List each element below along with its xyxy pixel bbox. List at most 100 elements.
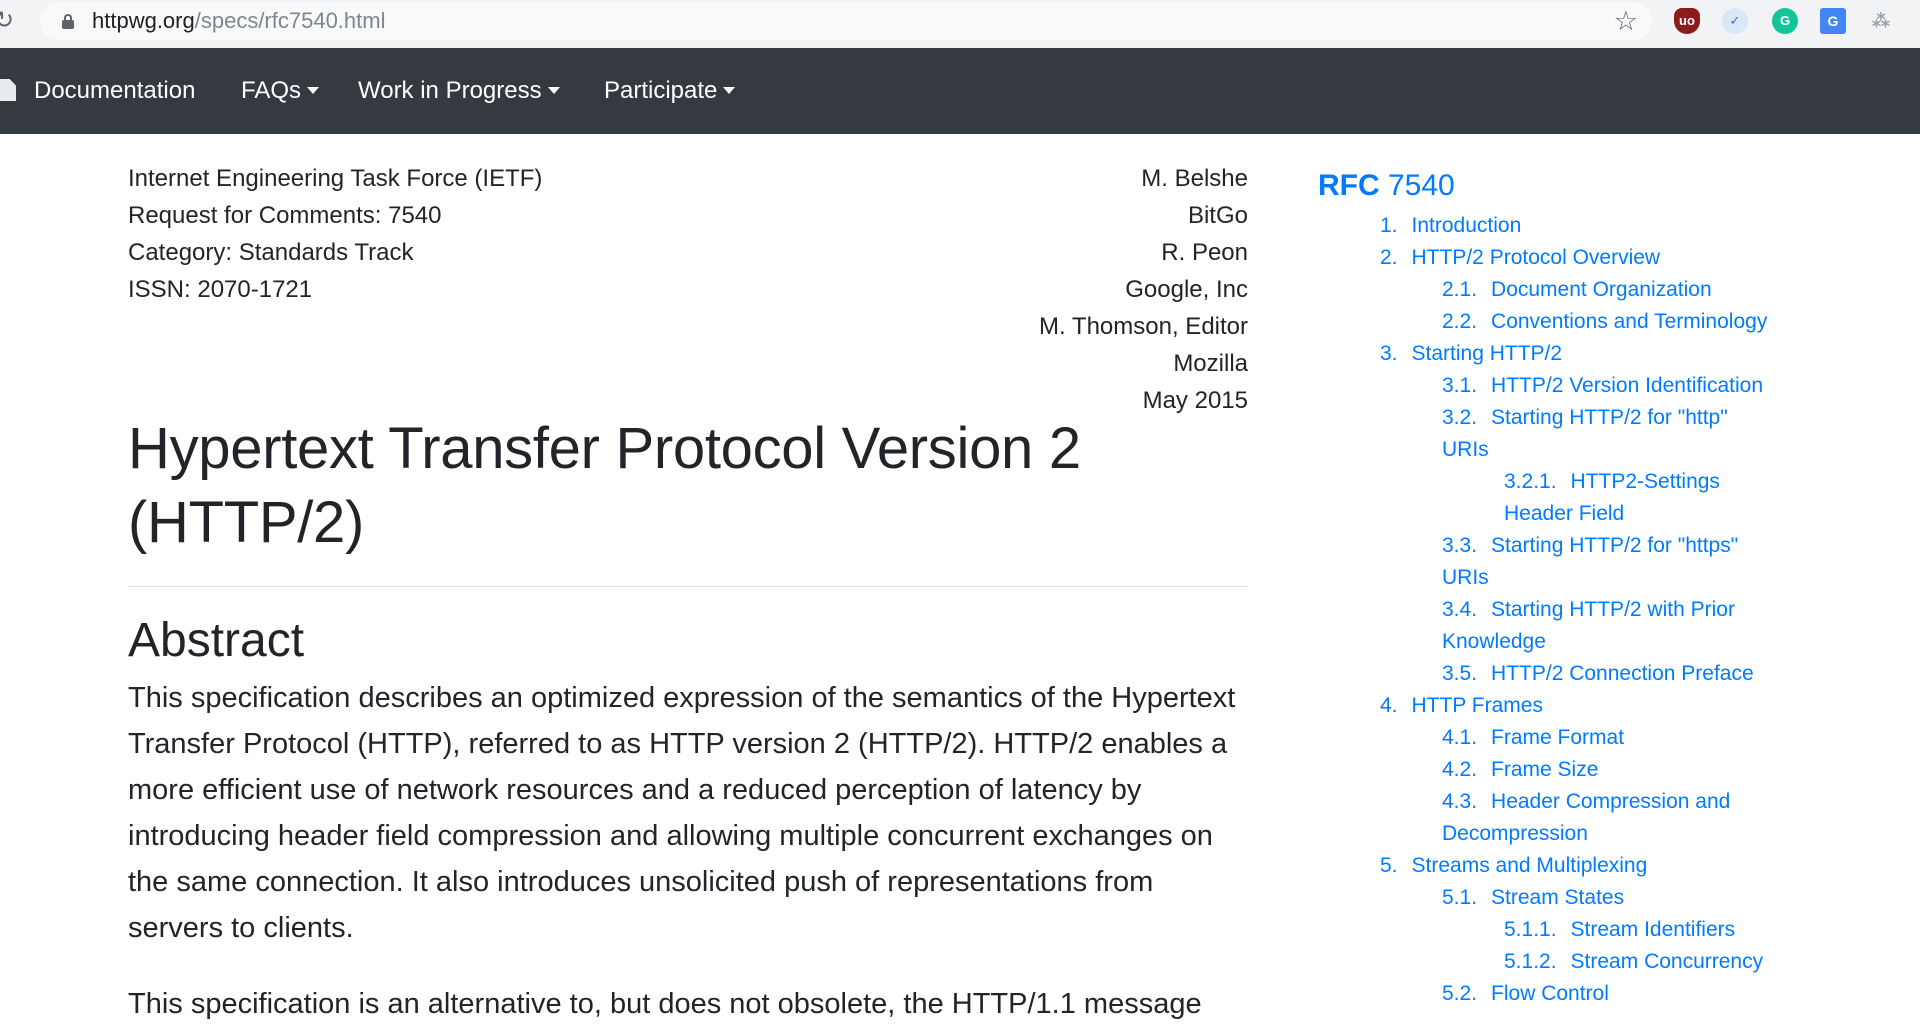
url-path: /specs/rfc7540.html [194, 8, 386, 33]
nav-faqs-dropdown[interactable]: FAQs [241, 48, 320, 134]
nav-work-in-progress-dropdown[interactable]: Work in Progress [358, 48, 560, 134]
toc-item-number: 3.1. [1442, 374, 1478, 397]
toc-item-number: 3. [1380, 342, 1398, 365]
toc-item-label: Starting HTTP/2 for "http" URIs [1442, 406, 1728, 461]
toc-item[interactable]: 1. Introduction [1318, 210, 1838, 242]
toc-item-number: 5. [1380, 854, 1398, 877]
toc-item-number: 4.3. [1442, 790, 1478, 813]
toc-item-number: 3.4. [1442, 598, 1478, 621]
toc-item-label: HTTP/2 Protocol Overview [1411, 246, 1661, 269]
meta-rfc-number: Request for Comments: 7540 [128, 202, 442, 229]
abstract-heading: Abstract [128, 614, 305, 667]
toc-item[interactable]: 4. HTTP Frames [1318, 690, 1838, 722]
toc-title-number: 7540 [1388, 169, 1455, 202]
url-text[interactable]: httpwg.org/specs/rfc7540.html [92, 2, 385, 40]
toc-item-label: HTTP/2 Version Identification [1491, 374, 1763, 397]
toc-item-number: 3.2.1. [1504, 470, 1557, 493]
meta-date: May 2015 [1142, 387, 1248, 414]
toc-item[interactable]: 2.1. Document Organization [1318, 274, 1838, 306]
site-navbar: Documentation FAQs Work in Progress Part… [0, 48, 1920, 134]
ublock-extension-icon[interactable]: uo [1674, 8, 1700, 34]
toc-item[interactable]: 3.1. HTTP/2 Version Identification [1318, 370, 1838, 402]
toc-item-label: HTTP Frames [1411, 694, 1543, 717]
document-header-block: Internet Engineering Task Force (IETF) R… [128, 134, 1248, 414]
meta-category: Category: Standards Track [128, 239, 414, 266]
toc-item-label: Conventions and Terminology [1491, 310, 1768, 333]
toc-item-number: 3.5. [1442, 662, 1478, 685]
toc-item[interactable]: 5.2. Flow Control [1318, 978, 1838, 1010]
toc-item[interactable]: 5.1.1. Stream Identifiers [1318, 914, 1838, 946]
meta-issn: ISSN: 2070-1721 [128, 276, 313, 303]
document-body: Internet Engineering Task Force (IETF) R… [128, 134, 1248, 1027]
toc-item-label: Frame Size [1491, 758, 1599, 781]
toc-item-number: 2.1. [1442, 278, 1478, 301]
toc-item-number: 3.2. [1442, 406, 1478, 429]
toc-item[interactable]: 5. Streams and Multiplexing [1318, 850, 1838, 882]
toc-item-label: Stream Identifiers [1570, 918, 1736, 941]
toc-item-label: Starting HTTP/2 for "https" URIs [1442, 534, 1739, 589]
abstract-paragraph: This specification is an alternative to,… [128, 988, 1202, 1020]
toc-item-number: 5.2. [1442, 982, 1478, 1005]
nav-work-in-progress-label: Work in Progress [358, 77, 542, 104]
lock-icon[interactable] [62, 14, 74, 29]
toc-item-number: 2.2. [1442, 310, 1478, 333]
toc-item-label: Flow Control [1491, 982, 1609, 1005]
document-title: Hypertext Transfer Protocol Version 2 (H… [128, 416, 1081, 555]
translate-extension-icon[interactable]: G [1820, 8, 1846, 34]
meta-organization: Internet Engineering Task Force (IETF) [128, 165, 543, 192]
toc-item-number: 1. [1380, 214, 1398, 237]
toc-list: 1. Introduction 2. HTTP/2 Protocol Overvie… [1318, 210, 1838, 1010]
toc-item-number: 4. [1380, 694, 1398, 717]
toc-item-label: Streams and Multiplexing [1411, 854, 1648, 877]
address-bar[interactable]: httpwg.org/specs/rfc7540.html ☆ [40, 2, 1652, 40]
document-icon[interactable] [0, 79, 16, 101]
meta-author: M. Belshe [1141, 165, 1248, 192]
document-meta-right: M. Belshe BitGo R. Peon Google, Inc M. T… [1039, 160, 1248, 419]
toc-title-rfc: RFC [1318, 169, 1380, 202]
toc-item-number: 5.1. [1442, 886, 1478, 909]
caret-down-icon [307, 87, 320, 94]
toc-item[interactable]: 2.2. Conventions and Terminology [1318, 306, 1838, 338]
feedly-extension-icon[interactable]: ✓ [1722, 8, 1748, 34]
toc-item[interactable]: 4.1. Frame Format [1318, 722, 1838, 754]
toc-item-number: 5.1.1. [1504, 918, 1557, 941]
toc-item[interactable]: 3.3. Starting HTTP/2 for "https" URIs [1318, 530, 1762, 594]
meta-affiliation: BitGo [1187, 202, 1248, 229]
toc-item[interactable]: 3. Starting HTTP/2 [1318, 338, 1838, 370]
nav-faqs-label: FAQs [241, 77, 302, 104]
toc-item[interactable]: 3.2.1. HTTP2-Settings Header Field [1318, 466, 1754, 530]
toc-item[interactable]: 3.4. Starting HTTP/2 with Prior Knowledge [1318, 594, 1762, 658]
toc-item-number: 4.2. [1442, 758, 1478, 781]
nav-participate-label: Participate [604, 77, 718, 104]
bookmark-star-icon[interactable]: ☆ [1614, 2, 1638, 40]
nav-participate-dropdown[interactable]: Participate [604, 48, 736, 134]
reload-icon[interactable]: ↻ [0, 6, 14, 36]
toc-item[interactable]: 3.5. HTTP/2 Connection Preface [1318, 658, 1838, 690]
toc-item-label: Starting HTTP/2 with Prior Knowledge [1442, 598, 1735, 653]
meta-affiliation: Google, Inc [1125, 276, 1248, 303]
toc-item[interactable]: 4.3. Header Compression and Decompression [1318, 786, 1762, 850]
nav-documentation-link[interactable]: Documentation [34, 48, 195, 134]
toc-item-number: 3.3. [1442, 534, 1478, 557]
toc-title-link[interactable]: RFC 7540 [1318, 164, 1838, 208]
toc-item[interactable]: 2. HTTP/2 Protocol Overview [1318, 242, 1838, 274]
caret-down-icon [547, 87, 560, 94]
toc-item[interactable]: 5.1.2. Stream Concurrency [1318, 946, 1838, 978]
grammarly-extension-icon[interactable]: G [1772, 8, 1798, 34]
meta-author: M. Thomson, Editor [1039, 313, 1248, 340]
toc-item[interactable]: 3.2. Starting HTTP/2 for "http" URIs [1318, 402, 1742, 466]
toc-item-label: HTTP/2 Connection Preface [1491, 662, 1754, 685]
abstract-paragraph: This specification describes an optimize… [128, 682, 1236, 944]
meta-affiliation: Mozilla [1173, 350, 1248, 377]
meta-author: R. Peon [1161, 239, 1248, 266]
toc-item[interactable]: 4.2. Frame Size [1318, 754, 1838, 786]
caret-down-icon [723, 87, 736, 94]
toc-item[interactable]: 5.1. Stream States [1318, 882, 1838, 914]
toc-item-number: 5.1.2. [1504, 950, 1557, 973]
document-meta-left: Internet Engineering Task Force (IETF) R… [128, 160, 542, 308]
toc-item-label: Document Organization [1491, 278, 1712, 301]
toc-item-label: Introduction [1411, 214, 1522, 237]
sitemap-extension-icon[interactable]: ⁂ [1868, 8, 1894, 34]
divider [128, 586, 1248, 587]
toc-item-label: Starting HTTP/2 [1411, 342, 1563, 365]
